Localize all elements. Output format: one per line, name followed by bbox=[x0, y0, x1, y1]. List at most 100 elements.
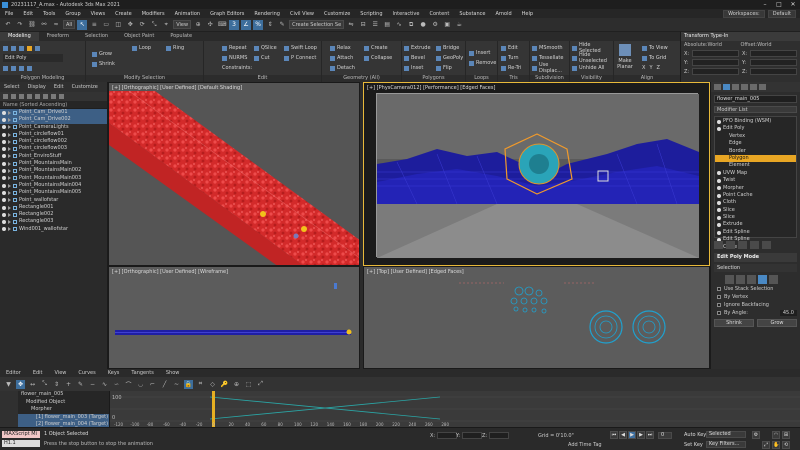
align-x-button[interactable]: X bbox=[642, 65, 645, 71]
loop-button[interactable]: Loop bbox=[132, 44, 151, 52]
selection-filter-dropdown[interactable]: All bbox=[63, 20, 76, 29]
fov-icon[interactable]: ◠ bbox=[772, 431, 780, 439]
turn-button[interactable]: Turn bbox=[501, 54, 519, 62]
expand-arrow-icon[interactable] bbox=[8, 220, 11, 225]
modifier-toggle-icon[interactable] bbox=[717, 119, 721, 124]
app-icon[interactable] bbox=[2, 1, 8, 8]
select-manipulate-icon[interactable]: ✣ bbox=[205, 20, 215, 30]
modifier-toggle-icon[interactable] bbox=[717, 127, 721, 132]
expand-arrow-icon[interactable] bbox=[8, 212, 11, 217]
flip-button[interactable]: Flip bbox=[436, 64, 452, 72]
subobject-level-item[interactable]: Border bbox=[715, 148, 796, 155]
rendered-frame-icon[interactable]: ▣ bbox=[442, 20, 452, 30]
unhide-all-button[interactable]: Unhide All bbox=[572, 64, 604, 72]
se-menu-edit[interactable]: Edit bbox=[50, 84, 68, 90]
scale-values-icon[interactable]: ⇕ bbox=[52, 380, 61, 389]
expand-arrow-icon[interactable] bbox=[8, 205, 11, 210]
lock-selection-icon[interactable]: 🔒 bbox=[184, 379, 193, 389]
vertex-icon[interactable] bbox=[725, 275, 734, 284]
schematic-view-icon[interactable]: ⧉ bbox=[406, 20, 416, 30]
hide-unselected-button[interactable]: Hide Unselected bbox=[572, 52, 613, 64]
visibility-eye-icon[interactable] bbox=[2, 117, 6, 122]
msmooth-button[interactable]: MSmooth bbox=[532, 44, 563, 52]
tab-populate[interactable]: Populate bbox=[162, 32, 200, 41]
abs-y-field[interactable] bbox=[692, 59, 739, 66]
auto-tangent-icon[interactable]: ∿ bbox=[100, 380, 109, 389]
modify-tab-icon[interactable] bbox=[723, 84, 730, 90]
menu-graph-editors[interactable]: Graph Editors bbox=[205, 11, 249, 17]
menu-file[interactable]: File bbox=[0, 11, 18, 17]
frame-field[interactable]: 0 bbox=[658, 432, 672, 439]
modifier-item[interactable]: UVW Map bbox=[715, 170, 796, 177]
bridge-button[interactable]: Bridge bbox=[436, 44, 459, 52]
bevel-button[interactable]: Bevel bbox=[404, 54, 425, 62]
visibility-eye-icon[interactable] bbox=[2, 198, 6, 203]
helpers-filter-icon[interactable] bbox=[43, 94, 48, 99]
se-menu-display[interactable]: Display bbox=[23, 84, 49, 90]
percent-snap-icon[interactable]: % bbox=[253, 19, 264, 30]
modifier-item[interactable]: Edit Poly bbox=[715, 125, 796, 132]
add-time-tag[interactable]: Add Time Tag bbox=[568, 442, 602, 448]
modifier-item[interactable]: Twist bbox=[715, 177, 796, 184]
undo-icon[interactable]: ↶ bbox=[3, 20, 13, 30]
snap-frames-icon[interactable]: ⌗ bbox=[196, 380, 205, 389]
show-end-result-icon[interactable] bbox=[27, 65, 32, 71]
border-mode-icon[interactable] bbox=[19, 45, 24, 51]
tab-selection[interactable]: Selection bbox=[77, 32, 116, 41]
viewport-label[interactable]: [+] [PhysCamera012] [Performance] [Edged… bbox=[367, 85, 495, 91]
workspaces-dropdown[interactable]: Default bbox=[767, 9, 796, 18]
viewport-top[interactable]: [+] [Top] [User Defined] [Edged Faces] bbox=[363, 266, 710, 369]
modifier-toggle-icon[interactable] bbox=[717, 193, 721, 198]
snaps-toggle-icon[interactable]: 3 bbox=[229, 19, 240, 30]
menu-edit[interactable]: Edit bbox=[18, 11, 38, 17]
scene-row[interactable]: Point_Cam_Drive01 bbox=[0, 109, 107, 117]
scene-row[interactable]: Point_EnviroStuff bbox=[0, 153, 107, 160]
subobject-level-item[interactable]: Vertex bbox=[715, 133, 796, 140]
rotate-icon[interactable]: ⟳ bbox=[137, 20, 147, 30]
visibility-eye-icon[interactable] bbox=[2, 110, 6, 115]
slow-tangent-icon[interactable]: ◡ bbox=[136, 380, 145, 389]
tv-menu-show[interactable]: Show bbox=[160, 370, 186, 376]
make-unique-icon[interactable] bbox=[738, 241, 747, 249]
move-icon[interactable]: ✥ bbox=[125, 20, 135, 30]
shapes-filter-icon[interactable] bbox=[19, 94, 24, 99]
tv-menu-keys[interactable]: Keys bbox=[102, 370, 126, 376]
visibility-eye-icon[interactable] bbox=[2, 169, 6, 174]
menu-interactive[interactable]: Interactive bbox=[388, 11, 425, 17]
tree-item[interactable]: Modified Object bbox=[18, 399, 109, 407]
spline-tangent-icon[interactable]: ∽ bbox=[112, 380, 121, 389]
expand-arrow-icon[interactable] bbox=[8, 169, 11, 174]
expand-arrow-icon[interactable] bbox=[8, 154, 11, 159]
set-key-button[interactable]: Set Key bbox=[684, 442, 703, 448]
auto-key-button[interactable]: Auto Key bbox=[684, 432, 706, 438]
slide-keys-icon[interactable]: ↔ bbox=[28, 380, 37, 389]
by-angle-value[interactable]: 45.0 bbox=[779, 309, 797, 316]
rect-selection-icon[interactable]: ▭ bbox=[101, 20, 111, 30]
visibility-eye-icon[interactable] bbox=[2, 154, 6, 159]
modifier-item[interactable]: Edit Spline bbox=[715, 229, 796, 236]
parameter-curve-icon[interactable]: ◇ bbox=[208, 380, 217, 389]
find-icon[interactable] bbox=[59, 94, 64, 99]
selected-dropdown[interactable]: Selected bbox=[706, 431, 746, 438]
visibility-eye-icon[interactable] bbox=[2, 205, 6, 210]
modifier-item[interactable]: PFO Binding (WSM) bbox=[715, 118, 796, 125]
modifier-item[interactable]: Slice bbox=[715, 214, 796, 221]
polygon-mode-icon[interactable] bbox=[27, 45, 32, 51]
expand-arrow-icon[interactable] bbox=[8, 125, 11, 130]
offset-x-field[interactable] bbox=[750, 50, 797, 57]
ignore-backfacing-checkbox[interactable]: Ignore Backfacing bbox=[717, 301, 797, 308]
tab-object-paint[interactable]: Object Paint bbox=[116, 32, 162, 41]
retri-button[interactable]: Re-Tri bbox=[501, 64, 521, 72]
scene-row[interactable]: Point_circleflow003 bbox=[0, 145, 107, 152]
tree-item[interactable]: [1] flower_main_003 (Target) bbox=[18, 413, 109, 421]
close-icon[interactable]: ✕ bbox=[786, 1, 800, 8]
scene-row[interactable]: Rectangle001 bbox=[0, 204, 107, 211]
by-vertex-checkbox[interactable]: By Vertex bbox=[717, 293, 797, 300]
configure-sets-icon[interactable] bbox=[762, 241, 771, 249]
mirror-icon[interactable]: ⇋ bbox=[346, 20, 356, 30]
visibility-eye-icon[interactable] bbox=[2, 212, 6, 217]
repeat-button[interactable]: Repeat bbox=[222, 44, 247, 52]
next-frame-icon[interactable]: ▶ bbox=[637, 431, 645, 439]
grow-button[interactable]: Grow bbox=[92, 50, 112, 58]
menu-modifiers[interactable]: Modifiers bbox=[137, 11, 170, 17]
